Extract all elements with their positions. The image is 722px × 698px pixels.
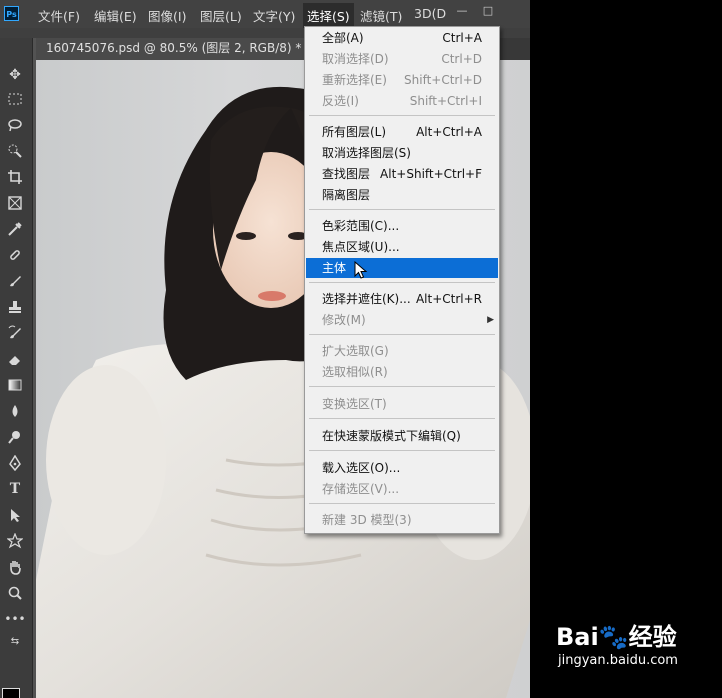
menu-separator [309,115,495,116]
gradient-tool-icon[interactable] [3,374,27,396]
maximize-button[interactable]: □ [478,4,498,18]
document-tab[interactable]: 160745076.psd @ 80.5% (图层 2, RGB/8) * [36,38,312,60]
menu-3d[interactable]: 3D(D [414,6,446,21]
menu-edit[interactable]: 编辑(E) [94,6,137,25]
menu-separator [309,386,495,387]
frame-tool-icon[interactable] [3,192,27,214]
menu-filter[interactable]: 滤镜(T) [360,6,402,25]
history-brush-tool-icon[interactable] [3,322,27,344]
quick-select-tool-icon[interactable] [3,140,27,162]
more-tools-icon[interactable]: ••• [3,608,27,630]
path-select-tool-icon[interactable] [3,504,27,526]
shape-tool-icon[interactable] [3,530,27,552]
menu-item-focus-area[interactable]: 焦点区域(U)... [306,237,498,257]
menu-file[interactable]: 文件(F) [38,6,80,25]
menu-bar: Ps 文件(F) 编辑(E) 图像(I) 图层(L) 文字(Y) 选择(S) 滤… [0,0,530,29]
photoshop-logo-icon: Ps [4,6,19,21]
menu-item-save-selection[interactable]: 存储选区(V)... [306,479,498,499]
submenu-arrow-icon: ▶ [487,315,494,325]
menu-item-deselect[interactable]: 取消选择(D) Ctrl+D [306,49,498,69]
minimize-button[interactable]: — [452,4,472,18]
menu-item-subject[interactable]: 主体 [306,258,498,279]
watermark-url: jingyan.baidu.com [558,653,678,668]
pen-tool-icon[interactable] [3,452,27,474]
healing-brush-tool-icon[interactable] [3,244,27,266]
select-menu-dropdown: 全部(A) Ctrl+A 取消选择(D) Ctrl+D 重新选择(E) Shift+C… [304,26,500,534]
menu-item-quick-mask-edit[interactable]: 在快速蒙版模式下编辑(Q) [306,426,498,446]
menu-image[interactable]: 图像(I) [148,6,186,25]
menu-item-isolate-layers[interactable]: 隔离图层 [306,185,498,205]
menu-separator [309,282,495,283]
baidu-jingyan-logo: Bai🐾经验 [556,623,677,651]
blur-tool-icon[interactable] [3,400,27,422]
menu-item-reselect[interactable]: 重新选择(E) Shift+Ctrl+D [306,70,498,90]
brush-tool-icon[interactable] [3,270,27,292]
type-tool-icon[interactable]: T [3,478,27,500]
menu-separator [309,209,495,210]
zoom-tool-icon[interactable] [3,582,27,604]
lasso-tool-icon[interactable] [3,114,27,136]
photoshop-window: Ps 文件(F) 编辑(E) 图像(I) 图层(L) 文字(Y) 选择(S) 滤… [0,0,530,698]
menu-type[interactable]: 文字(Y) [253,6,295,25]
dodge-tool-icon[interactable] [3,426,27,448]
menu-separator [309,450,495,451]
mouse-cursor-icon [354,261,368,279]
hand-tool-icon[interactable] [3,556,27,578]
menu-item-modify[interactable]: 修改(M) ▶ [306,310,498,330]
menu-item-load-selection[interactable]: 载入选区(O)... [306,458,498,478]
marquee-tool-icon[interactable] [3,88,27,110]
tools-panel: ✥ T ••• ⇆ [0,38,33,698]
menu-item-select-all[interactable]: 全部(A) Ctrl+A [306,28,498,48]
menu-item-transform-selection[interactable]: 变换选区(T) [306,394,498,414]
menu-separator [309,503,495,504]
menu-item-similar[interactable]: 选取相似(R) [306,362,498,382]
menu-layer[interactable]: 图层(L) [200,6,242,25]
menu-item-inverse[interactable]: 反选(I) Shift+Ctrl+I [306,91,498,111]
menu-item-all-layers[interactable]: 所有图层(L) Alt+Ctrl+A [306,122,498,142]
menu-item-find-layers[interactable]: 查找图层 Alt+Shift+Ctrl+F [306,164,498,184]
crop-tool-icon[interactable] [3,166,27,188]
menu-separator [309,418,495,419]
eraser-tool-icon[interactable] [3,348,27,370]
baidu-jingyan-watermark: Bai🐾经验 jingyan.baidu.com [556,617,716,677]
clone-stamp-tool-icon[interactable] [3,296,27,318]
menu-item-grow[interactable]: 扩大选取(G) [306,341,498,361]
menu-item-deselect-layers[interactable]: 取消选择图层(S) [306,143,498,163]
menu-separator [309,334,495,335]
swap-colors-icon[interactable]: ⇆ [3,630,27,652]
move-tool-icon[interactable]: ✥ [3,64,27,86]
menu-item-color-range[interactable]: 色彩范围(C)... [306,216,498,236]
menu-item-select-and-mask[interactable]: 选择并遮住(K)... Alt+Ctrl+R [306,289,498,309]
foreground-color-swatch[interactable] [2,688,20,698]
menu-item-new-3d-extrusion[interactable]: 新建 3D 模型(3) [306,510,498,530]
eyedropper-tool-icon[interactable] [3,218,27,240]
